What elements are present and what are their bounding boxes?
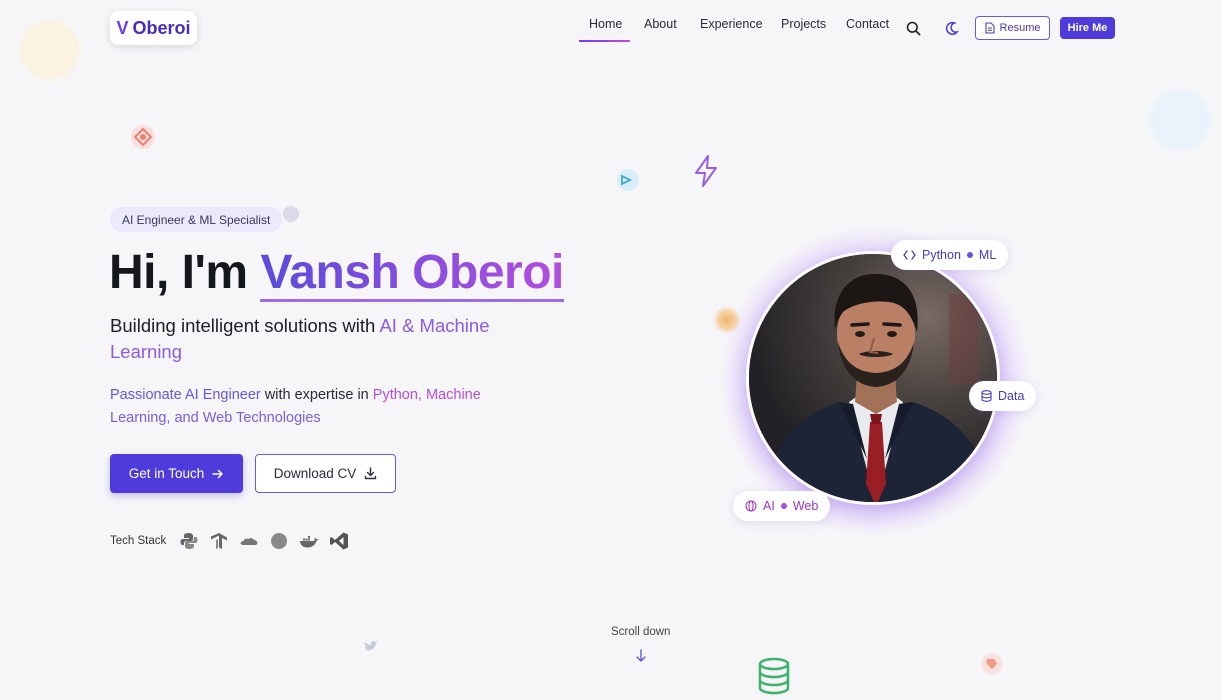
database-small-icon	[981, 390, 992, 402]
decor-dot	[283, 206, 299, 222]
nav-link-contact[interactable]: Contact	[846, 17, 889, 31]
chip-ai-web: AI Web	[733, 491, 831, 521]
desc-highlight-skills: Python, Machine	[372, 387, 481, 403]
docker-icon[interactable]	[298, 530, 320, 552]
hero-subtitle-prefix: Building intelligent solutions with	[110, 315, 380, 336]
document-icon	[984, 22, 995, 34]
database-icon	[758, 657, 790, 695]
theme-toggle-button[interactable]	[941, 18, 961, 38]
cloud-icon[interactable]	[238, 530, 260, 552]
chip-separator-dot	[966, 252, 973, 258]
vscode-icon[interactable]	[328, 530, 350, 552]
download-cv-button[interactable]: Download CV	[255, 454, 396, 493]
scroll-down-label[interactable]: Scroll down	[611, 626, 670, 638]
desc-text: with expertise in	[260, 387, 373, 403]
code-icon	[903, 250, 916, 260]
chip-separator-dot	[780, 503, 787, 509]
resume-label: Resume	[999, 22, 1041, 34]
hero-description: Passionate AI Engineer with expertise in…	[110, 384, 510, 430]
download-icon	[365, 467, 377, 480]
chip-ai-label: AI	[763, 499, 775, 513]
desc-highlight-role: Passionate AI Engineer	[110, 387, 261, 403]
diamond-icon	[131, 125, 155, 149]
arrow-right-icon	[212, 469, 224, 478]
search-button[interactable]	[903, 18, 923, 38]
resume-button[interactable]: Resume	[975, 16, 1050, 40]
get-in-touch-button[interactable]: Get in Touch	[110, 454, 243, 493]
arrow-down-icon[interactable]	[634, 648, 648, 664]
tensorflow-icon[interactable]	[208, 530, 230, 552]
download-cv-label: Download CV	[273, 466, 357, 481]
chip-ml-label: ML	[978, 248, 997, 262]
sparkle-icon	[617, 169, 639, 191]
get-in-touch-label: Get in Touch	[128, 466, 205, 481]
chip-data: Data	[969, 381, 1037, 411]
nav-link-home[interactable]: Home	[589, 17, 622, 31]
nav-active-underline	[579, 40, 630, 42]
tech-stack-label: Tech Stack	[110, 535, 167, 547]
logo-name: Oberoi	[132, 17, 191, 38]
python-icon[interactable]	[178, 530, 200, 552]
avatar	[746, 251, 1000, 505]
lightning-icon	[695, 155, 717, 187]
nav-link-experience[interactable]: Experience	[700, 17, 763, 31]
twitter-icon	[364, 641, 378, 651]
profile-photo	[749, 254, 997, 502]
site-logo[interactable]: V Oberoi	[110, 11, 197, 45]
hero-heading-name: Vansh Oberoi	[260, 246, 564, 302]
globe-icon	[745, 500, 757, 512]
logo-mark: V	[116, 17, 129, 38]
desc-highlight-skills-cont: Learning, and Web Technologies	[110, 410, 321, 426]
role-badge: AI Engineer & ML Specialist	[110, 207, 283, 232]
chip-python-label: Python	[922, 248, 961, 262]
moon-icon	[945, 21, 959, 35]
hero-heading: Hi, I'm Vansh Oberoi	[109, 244, 564, 302]
chip-data-label: Data	[998, 389, 1025, 403]
hero-heading-prefix: Hi, I'm	[109, 246, 261, 299]
search-icon	[906, 21, 920, 35]
decor-blob	[20, 20, 80, 80]
nav-link-about[interactable]: About	[644, 17, 677, 31]
decor-blob	[1150, 90, 1210, 150]
chip-web-label: Web	[792, 499, 819, 513]
hire-me-button[interactable]: Hire Me	[1060, 17, 1115, 39]
circle-icon[interactable]	[268, 530, 290, 552]
tech-stack-icons	[178, 530, 350, 552]
nav-link-projects[interactable]: Projects	[781, 17, 826, 31]
chip-python-ml: Python ML	[891, 240, 1009, 270]
hero-subtitle: Building intelligent solutions with AI &…	[110, 313, 550, 365]
tag-icon	[981, 653, 1003, 675]
